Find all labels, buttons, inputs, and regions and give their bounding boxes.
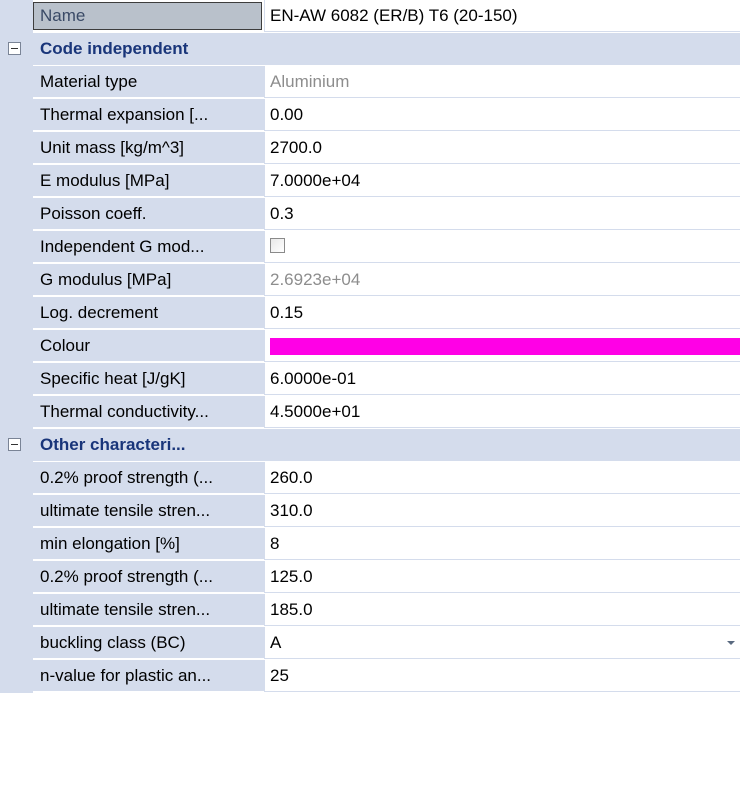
row-gutter [0,528,33,561]
property-value[interactable]: 310.0 [264,495,740,527]
property-label: Material type [33,66,264,98]
property-row[interactable]: 0.2% proof strength (... 260.0 [0,462,740,495]
name-row[interactable]: Name EN-AW 6082 (ER/B) T6 (20-150) [0,0,740,33]
row-gutter [0,495,33,528]
property-label: Colour [33,330,264,362]
collapse-toggle-icon[interactable] [8,438,21,451]
row-gutter [0,330,33,363]
name-value[interactable]: EN-AW 6082 (ER/B) T6 (20-150) [264,0,740,32]
property-row[interactable]: E modulus [MPa] 7.0000e+04 [0,165,740,198]
property-value[interactable]: 2700.0 [264,132,740,164]
property-label: Unit mass [kg/m^3] [33,132,264,164]
property-value[interactable]: 6.0000e-01 [264,363,740,395]
category-title: Other characteri... [33,429,740,461]
property-value[interactable]: 0.00 [264,99,740,131]
property-row[interactable]: Specific heat [J/gK] 6.0000e-01 [0,363,740,396]
property-row[interactable]: 0.2% proof strength (... 125.0 [0,561,740,594]
category-row[interactable]: Other characteri... [0,429,740,462]
collapse-toggle-icon[interactable] [8,42,21,55]
row-gutter [0,594,33,627]
row-gutter [0,66,33,99]
row-gutter [0,198,33,231]
row-gutter [0,462,33,495]
row-gutter [0,297,33,330]
property-label: Specific heat [J/gK] [33,363,264,395]
property-value[interactable]: 125.0 [264,561,740,593]
checkbox[interactable] [270,238,285,253]
property-value: Aluminium [264,66,740,98]
row-gutter [0,165,33,198]
row-gutter [0,264,33,297]
property-row[interactable]: ultimate tensile stren... 185.0 [0,594,740,627]
property-label: 0.2% proof strength (... [33,561,264,593]
property-label: G modulus [MPa] [33,264,264,296]
colour-swatch[interactable] [270,338,740,355]
row-gutter [0,132,33,165]
property-row[interactable]: Thermal expansion [... 0.00 [0,99,740,132]
property-row[interactable]: Log. decrement 0.15 [0,297,740,330]
chevron-down-icon[interactable] [727,641,735,645]
category-row[interactable]: Code independent [0,33,740,66]
property-row[interactable]: G modulus [MPa] 2.6923e+04 [0,264,740,297]
property-label: E modulus [MPa] [33,165,264,197]
property-label: n-value for plastic an... [33,660,264,692]
property-label: buckling class (BC) [33,627,264,659]
property-value[interactable]: 260.0 [264,462,740,494]
row-gutter [0,99,33,132]
dropdown-value[interactable]: A [264,627,740,659]
property-label: Thermal expansion [... [33,99,264,131]
property-row[interactable]: ultimate tensile stren... 310.0 [0,495,740,528]
property-row[interactable]: Independent G mod... [0,231,740,264]
row-gutter [0,561,33,594]
row-gutter [0,627,33,660]
property-label: Thermal conductivity... [33,396,264,428]
property-value: 2.6923e+04 [264,264,740,296]
property-row[interactable]: n-value for plastic an... 25 [0,660,740,693]
property-row[interactable]: buckling class (BC) A [0,627,740,660]
property-row[interactable]: Thermal conductivity... 4.5000e+01 [0,396,740,429]
category-title: Code independent [33,33,740,65]
property-value[interactable]: 8 [264,528,740,560]
property-label: Independent G mod... [33,231,264,263]
property-value[interactable] [264,231,740,263]
property-label: min elongation [%] [33,528,264,560]
property-label: Poisson coeff. [33,198,264,230]
property-value[interactable]: 7.0000e+04 [264,165,740,197]
property-label: 0.2% proof strength (... [33,462,264,494]
property-row[interactable]: Poisson coeff. 0.3 [0,198,740,231]
property-row[interactable]: Unit mass [kg/m^3] 2700.0 [0,132,740,165]
row-gutter [0,0,33,33]
name-label: Name [33,2,262,30]
property-grid: Name EN-AW 6082 (ER/B) T6 (20-150) Code … [0,0,740,805]
row-gutter [0,660,33,693]
property-label: ultimate tensile stren... [33,495,264,527]
row-gutter [0,363,33,396]
property-value[interactable]: 0.15 [264,297,740,329]
property-value[interactable]: 0.3 [264,198,740,230]
property-row[interactable]: min elongation [%] 8 [0,528,740,561]
row-gutter [0,396,33,429]
property-value[interactable]: 4.5000e+01 [264,396,740,428]
property-value[interactable]: 185.0 [264,594,740,626]
property-row[interactable]: Material type Aluminium [0,66,740,99]
row-gutter [0,231,33,264]
property-value[interactable]: 25 [264,660,740,692]
property-value[interactable] [264,330,740,362]
property-label: ultimate tensile stren... [33,594,264,626]
property-label: Log. decrement [33,297,264,329]
property-row[interactable]: Colour [0,330,740,363]
